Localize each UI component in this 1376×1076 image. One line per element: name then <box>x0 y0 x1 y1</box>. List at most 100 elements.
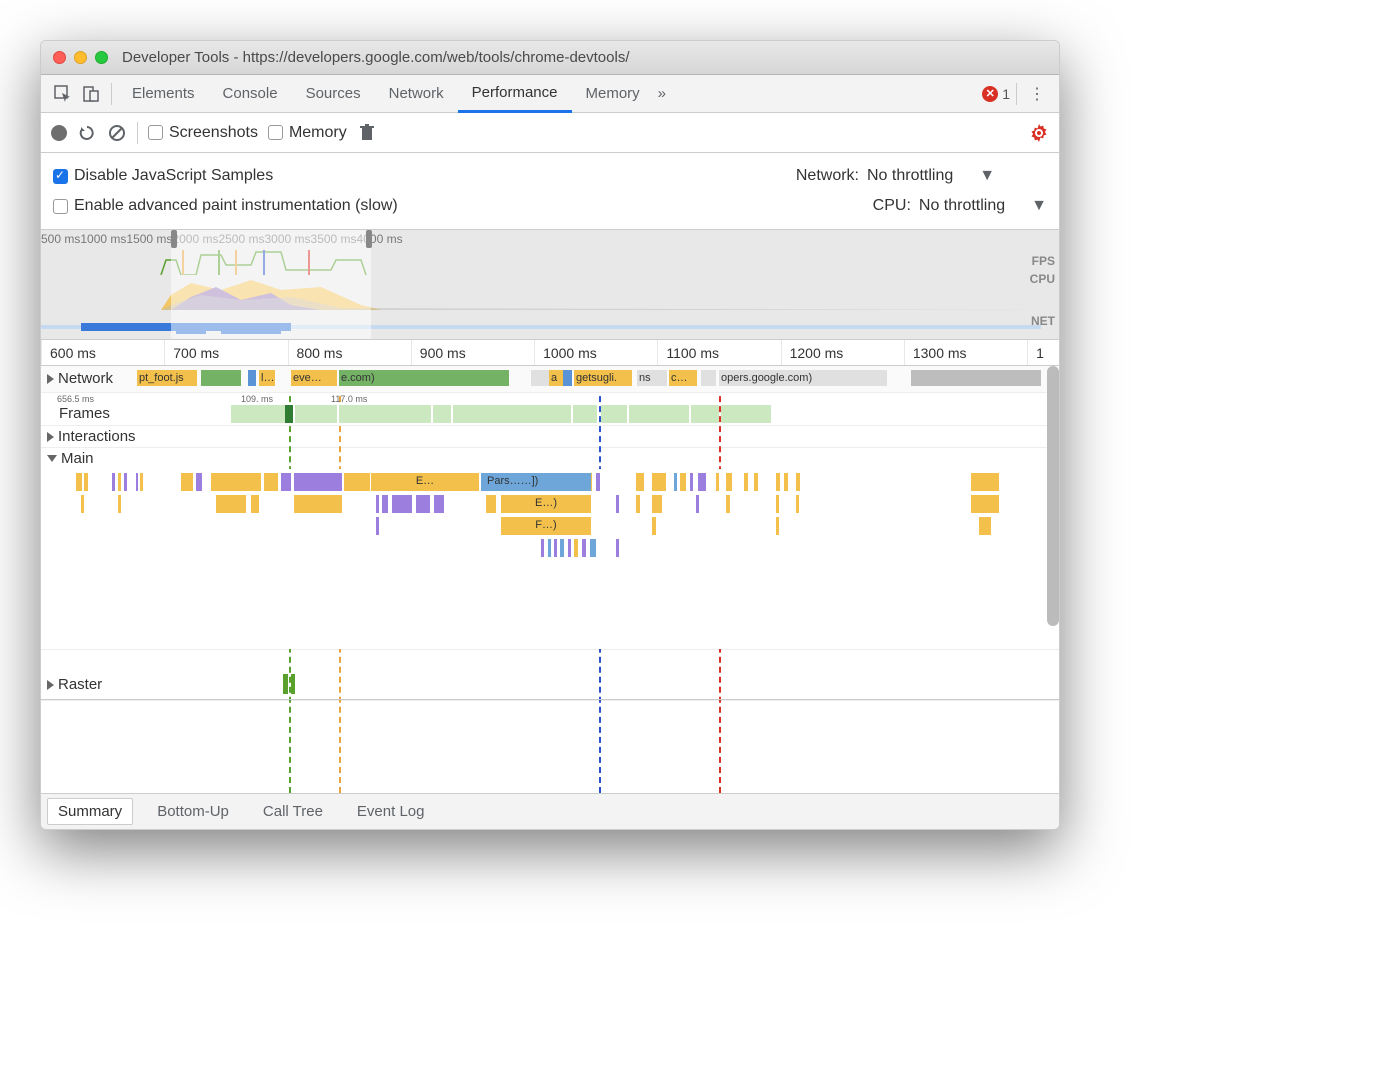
chevron-down-icon: ▼ <box>1031 197 1047 215</box>
tab-summary[interactable]: Summary <box>47 798 133 825</box>
device-toggle-icon[interactable] <box>77 80 105 108</box>
interactions-track: Interactions <box>41 426 1059 448</box>
collapse-icon[interactable] <box>47 432 54 442</box>
devtools-window: Developer Tools - https://developers.goo… <box>40 40 1060 830</box>
raster-item[interactable] <box>283 674 288 694</box>
frame[interactable] <box>433 405 451 423</box>
track-label-network: Network <box>58 370 113 387</box>
collapse-icon[interactable] <box>47 374 54 384</box>
frame[interactable] <box>453 405 571 423</box>
flame-bar[interactable]: E… <box>371 473 479 491</box>
frame-time: 117.0 ms <box>331 394 367 404</box>
frame[interactable] <box>231 405 291 423</box>
cpu-throttle-dropdown[interactable]: No throttling ▼ <box>919 197 1047 215</box>
overview-selection[interactable] <box>171 230 371 339</box>
flame-bar[interactable]: E…) <box>501 495 591 513</box>
selection-handle-left[interactable] <box>171 230 177 248</box>
more-tabs[interactable]: » <box>654 75 680 113</box>
divider <box>137 122 138 144</box>
window-title: Developer Tools - https://developers.goo… <box>122 49 630 66</box>
advanced-paint-checkbox[interactable]: Enable advanced paint instrumentation (s… <box>53 197 398 215</box>
network-item[interactable] <box>563 370 572 386</box>
frame[interactable] <box>573 405 597 423</box>
timeline-overview[interactable]: 500 ms1000 ms1500 ms2000 ms2500 ms3000 m… <box>41 230 1059 340</box>
frame[interactable] <box>295 405 337 423</box>
network-throttle-dropdown[interactable]: No throttling ▼ <box>867 167 1047 185</box>
frames-track: 656.5 ms Frames 109. ms 117.0 ms <box>41 393 1059 426</box>
network-item[interactable]: a <box>549 370 563 386</box>
tab-call-tree[interactable]: Call Tree <box>253 799 333 824</box>
clear-icon[interactable] <box>107 123 127 143</box>
trash-icon[interactable] <box>357 123 377 143</box>
window-controls <box>53 51 108 64</box>
frame[interactable] <box>285 405 293 423</box>
record-button[interactable] <box>51 125 67 141</box>
cpu-label: CPU: <box>873 197 911 215</box>
frame[interactable] <box>691 405 719 423</box>
network-item[interactable]: c… <box>669 370 697 386</box>
error-icon: ✕ <box>982 86 998 102</box>
frame-time: 109. ms <box>241 394 273 404</box>
tab-sources[interactable]: Sources <box>292 75 375 113</box>
network-item[interactable]: getsugli. <box>574 370 632 386</box>
error-indicator[interactable]: ✕ 1 <box>982 86 1010 102</box>
inspect-icon[interactable] <box>49 80 77 108</box>
network-item[interactable]: pt_foot.js <box>137 370 197 386</box>
settings-gear-icon[interactable] <box>1029 123 1049 143</box>
collapse-icon[interactable] <box>47 680 54 690</box>
scrollbar[interactable] <box>1047 366 1059 626</box>
tab-network[interactable]: Network <box>375 75 458 113</box>
raster-track: Raster <box>41 670 1059 701</box>
track-label-frames: Frames <box>59 405 110 422</box>
divider <box>111 83 112 105</box>
tab-console[interactable]: Console <box>209 75 292 113</box>
network-item[interactable]: e.com) <box>339 370 509 386</box>
network-item[interactable]: l… <box>259 370 275 386</box>
network-item[interactable]: ns <box>637 370 667 386</box>
chevron-down-icon: ▼ <box>979 167 995 185</box>
raster-item[interactable] <box>291 674 295 694</box>
tab-event-log[interactable]: Event Log <box>347 799 435 824</box>
disable-js-checkbox[interactable]: Disable JavaScript Samples <box>53 167 273 185</box>
capture-settings: Disable JavaScript Samples Network: No t… <box>41 153 1059 230</box>
tab-elements[interactable]: Elements <box>118 75 209 113</box>
error-count: 1 <box>1002 86 1010 102</box>
track-label-main: Main <box>61 450 94 467</box>
collapse-icon[interactable] <box>47 455 57 462</box>
zoom-icon[interactable] <box>95 51 108 64</box>
frame[interactable] <box>339 405 431 423</box>
frame[interactable] <box>629 405 689 423</box>
tab-memory[interactable]: Memory <box>572 75 654 113</box>
screenshots-checkbox[interactable]: Screenshots <box>148 124 258 142</box>
flame-bar[interactable]: Pars……]) <box>481 473 591 491</box>
divider <box>1016 83 1017 105</box>
network-item[interactable]: opers.google.com) <box>719 370 887 386</box>
panel-tabs: Elements Console Sources Network Perform… <box>41 75 1059 113</box>
memory-checkbox[interactable]: Memory <box>268 124 347 142</box>
network-label: Network: <box>796 167 859 185</box>
perf-toolbar: Screenshots Memory <box>41 113 1059 153</box>
track-label-raster: Raster <box>58 676 102 693</box>
frame[interactable] <box>721 405 771 423</box>
close-icon[interactable] <box>53 51 66 64</box>
network-item[interactable]: eve… <box>291 370 337 386</box>
network-item[interactable] <box>701 370 716 386</box>
selection-handle-right[interactable] <box>366 230 372 248</box>
network-item[interactable] <box>201 370 241 386</box>
flame-bar[interactable]: F…) <box>501 517 591 535</box>
network-item[interactable] <box>531 370 549 386</box>
network-item[interactable] <box>911 370 1041 386</box>
titlebar: Developer Tools - https://developers.goo… <box>41 41 1059 75</box>
frame[interactable] <box>601 405 627 423</box>
tab-bottom-up[interactable]: Bottom-Up <box>147 799 239 824</box>
flame-chart[interactable]: Network pt_foot.js l… eve… e.com) a gets… <box>41 366 1059 793</box>
kebab-menu-icon[interactable]: ⋮ <box>1023 80 1051 108</box>
reload-icon[interactable] <box>77 123 97 143</box>
track-label-interactions: Interactions <box>58 428 136 445</box>
main-track: Main <box>41 448 1059 650</box>
tab-performance[interactable]: Performance <box>458 75 572 113</box>
network-track: Network pt_foot.js l… eve… e.com) a gets… <box>41 366 1059 393</box>
network-item[interactable] <box>248 370 256 386</box>
details-tabs: Summary Bottom-Up Call Tree Event Log <box>41 793 1059 829</box>
minimize-icon[interactable] <box>74 51 87 64</box>
